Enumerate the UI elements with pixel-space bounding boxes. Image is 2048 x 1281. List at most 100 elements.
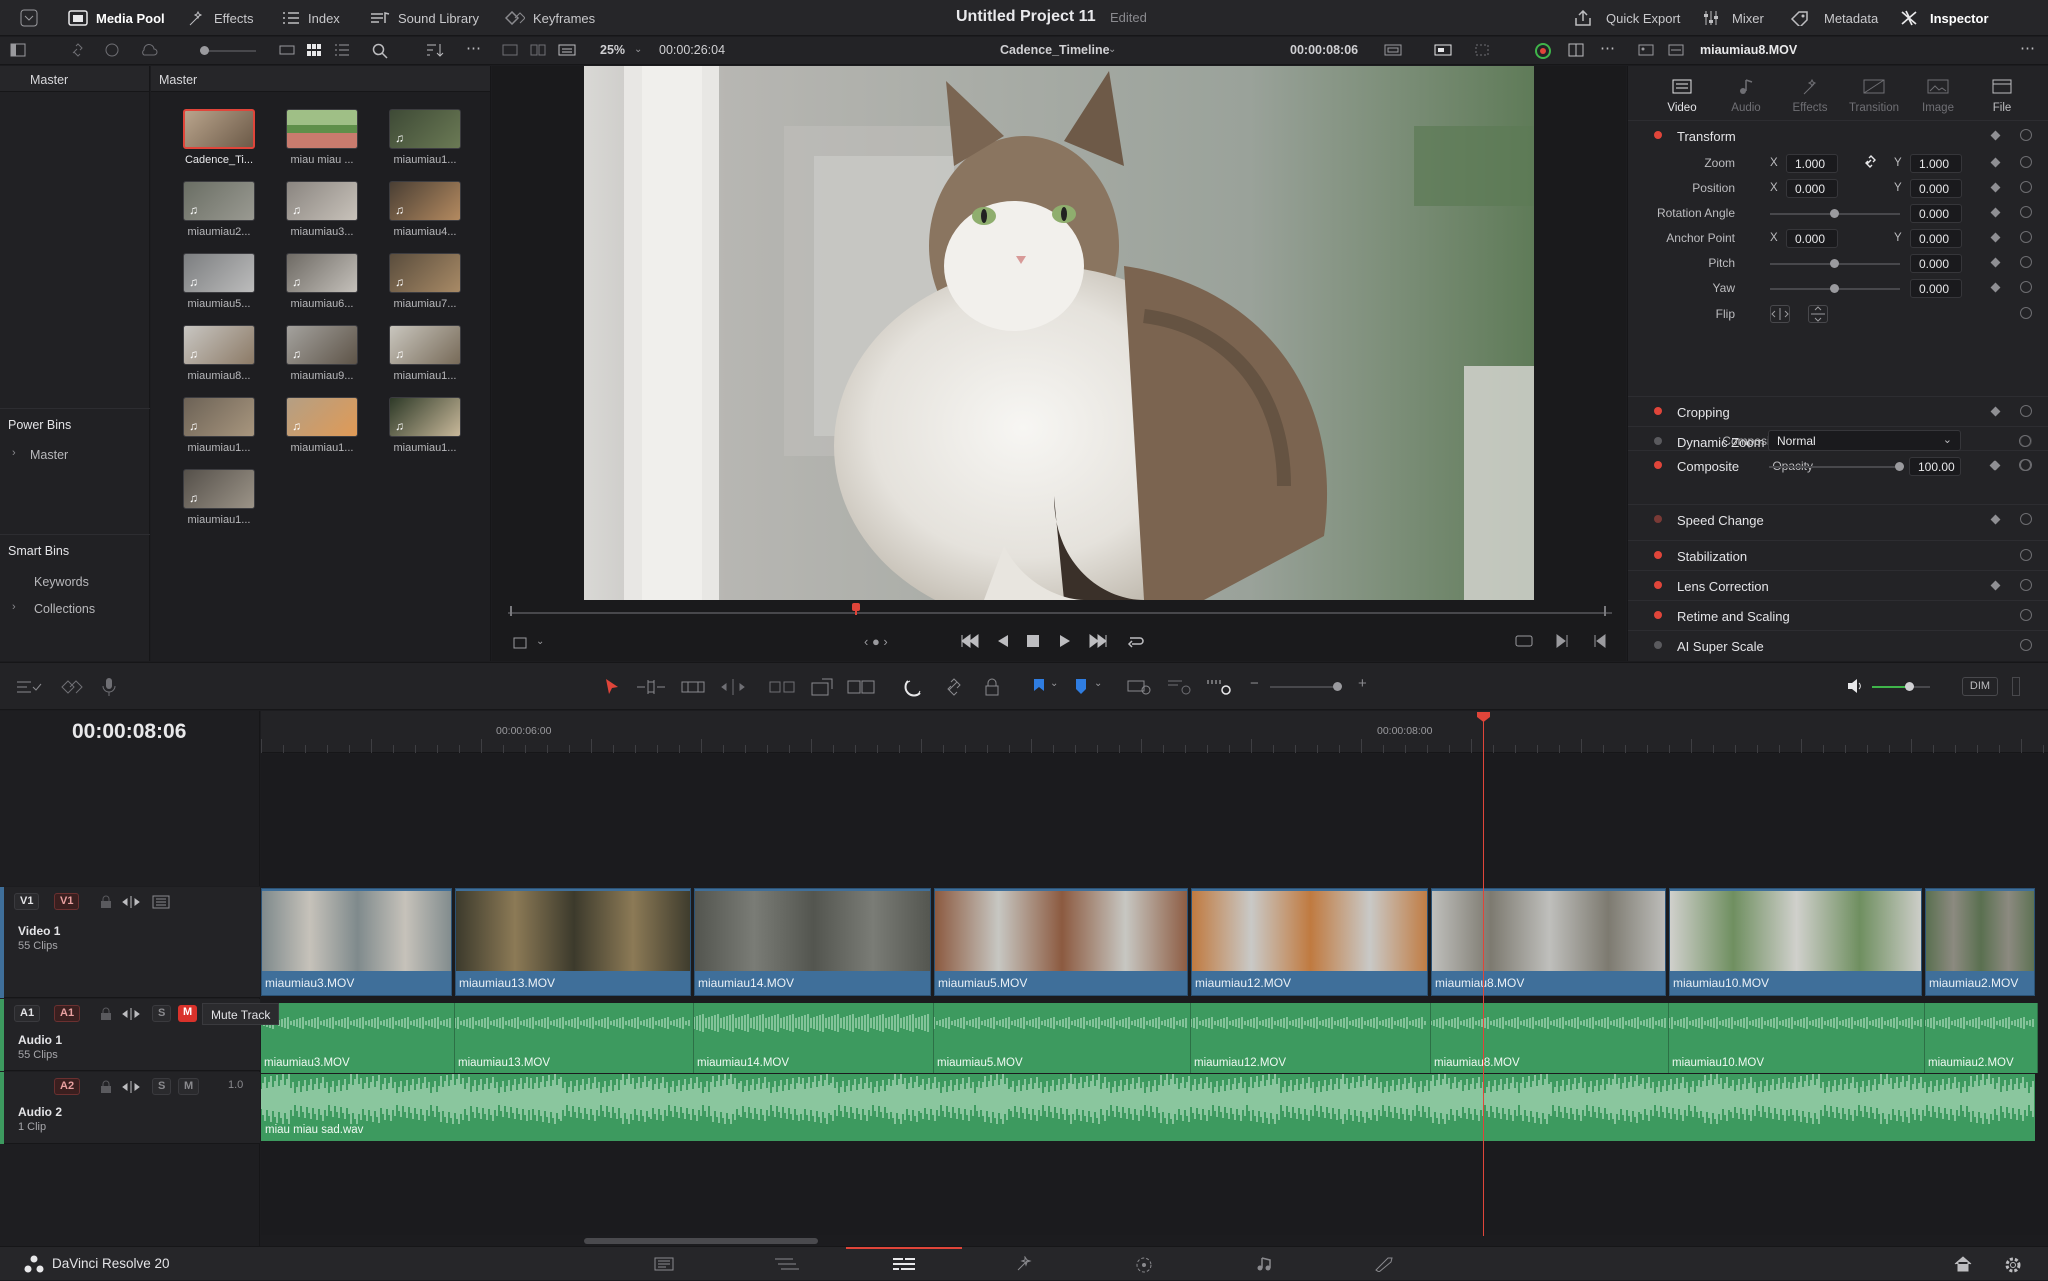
flip-vertical-icon[interactable]: [1808, 305, 1828, 323]
section-reset-icon[interactable]: [2020, 513, 2032, 525]
yaw-slider-knob[interactable]: [1830, 284, 1839, 293]
tab-transition[interactable]: Transition: [1844, 78, 1904, 114]
trim-tool-icon[interactable]: [636, 678, 666, 696]
replace-clip-icon[interactable]: [846, 677, 876, 697]
media-page-icon[interactable]: [654, 1256, 674, 1272]
keyframes-button[interactable]: Keyframes: [505, 0, 595, 36]
tab-effects[interactable]: Effects: [1780, 78, 1840, 114]
section-enable-toggle[interactable]: [1654, 581, 1662, 589]
a2-mute-button[interactable]: M: [178, 1078, 200, 1095]
timeline-zoom-knob[interactable]: [1333, 682, 1342, 691]
tab-file[interactable]: File: [1972, 78, 2032, 114]
a1-source-badge[interactable]: A1: [14, 1005, 41, 1022]
viewer-mode-icon[interactable]: [558, 43, 576, 57]
timeline-name[interactable]: Cadence_Timeline: [1000, 43, 1110, 57]
section-reset-icon[interactable]: [2020, 549, 2032, 561]
metadata-button[interactable]: Metadata: [1790, 0, 1878, 36]
mixer-button[interactable]: Mixer: [1702, 0, 1764, 36]
viewer-layout-icon[interactable]: [502, 43, 518, 57]
flag-chevron-icon[interactable]: ⌄: [1050, 678, 1058, 689]
cut-page-icon[interactable]: [774, 1256, 800, 1272]
zoom-x-field[interactable]: 1.000: [1786, 154, 1838, 173]
timeline-scrollbar[interactable]: [584, 1238, 818, 1244]
zoom-full-icon[interactable]: [1126, 677, 1154, 697]
section-enable-toggle[interactable]: [1654, 611, 1662, 619]
section-keyframe-icon[interactable]: [1990, 580, 2001, 591]
inspector-section-retime-and-scaling[interactable]: Retime and Scaling: [1628, 600, 2048, 630]
yaw-reset-icon[interactable]: [2020, 281, 2032, 293]
viewer-scrubber[interactable]: [508, 612, 1612, 614]
smart-bin-keywords[interactable]: Keywords: [34, 575, 89, 589]
section-reset-icon[interactable]: [2020, 639, 2032, 651]
jog-control-icon[interactable]: ‹ ● ›: [864, 634, 888, 649]
a1-lock-icon[interactable]: [100, 1007, 112, 1021]
workspace-menu-icon[interactable]: [20, 0, 38, 36]
audio-clip[interactable]: miaumiau10.MOV: [1669, 1003, 1925, 1073]
position-y-field[interactable]: 0.000: [1910, 179, 1962, 198]
position-lock-icon[interactable]: [984, 677, 1000, 697]
transform-section-header[interactable]: Transform: [1628, 120, 2048, 150]
snapping-icon[interactable]: [904, 677, 924, 697]
settings-gear-icon[interactable]: [2004, 1256, 2024, 1273]
a1-solo-button[interactable]: S: [152, 1005, 172, 1022]
a1-auto-select-icon[interactable]: [122, 1007, 140, 1021]
index-button[interactable]: Index: [282, 0, 340, 36]
keyframe-toggle-icon[interactable]: [60, 679, 84, 695]
pitch-slider-knob[interactable]: [1830, 259, 1839, 268]
transform-reset-icon[interactable]: [2020, 129, 2032, 141]
flag-icon[interactable]: [1032, 677, 1046, 697]
section-reset-icon[interactable]: [2020, 579, 2032, 591]
media-pool-clip[interactable]: ♫ miaumiau2...: [173, 181, 265, 238]
section-keyframe-icon[interactable]: [1990, 406, 2001, 417]
inspector-more-icon[interactable]: ⋯: [2020, 39, 2035, 57]
skip-to-end-icon[interactable]: [1088, 634, 1108, 648]
video-clip[interactable]: miaumiau5.MOV: [934, 888, 1188, 996]
edit-page-icon[interactable]: [892, 1256, 916, 1272]
media-pool-clip[interactable]: ♫ miaumiau1...: [173, 397, 265, 454]
zoom-y-field[interactable]: 1.000: [1910, 154, 1962, 173]
voiceover-mic-icon[interactable]: [100, 677, 120, 697]
position-keyframe-icon[interactable]: [1990, 182, 2001, 193]
search-icon[interactable]: [372, 43, 388, 59]
inspector-timeline-icon[interactable]: [1668, 43, 1684, 57]
timeline-ruler[interactable]: 00:00:06:00 00:00:08:00: [261, 711, 2048, 753]
media-pool-clip[interactable]: ♫ miaumiau3...: [276, 181, 368, 238]
inspector-section-speed-change[interactable]: Speed Change: [1628, 504, 2048, 534]
composite-mode-reset-icon[interactable]: [2019, 435, 2031, 447]
tab-video[interactable]: Video: [1652, 78, 1712, 114]
v1-source-badge[interactable]: V1: [14, 893, 40, 910]
anchor-reset-icon[interactable]: [2020, 231, 2032, 243]
media-pool-clip[interactable]: ♫ miaumiau8...: [173, 325, 265, 382]
zoom-link-icon[interactable]: [1864, 154, 1878, 168]
inspector-section-cropping[interactable]: Cropping: [1628, 396, 2048, 426]
volume-knob[interactable]: [1905, 682, 1914, 691]
inspector-section-ai-super-scale[interactable]: AI Super Scale: [1628, 630, 2048, 660]
media-pool-clip[interactable]: ♫ miaumiau7...: [379, 253, 471, 310]
rotation-reset-icon[interactable]: [2020, 206, 2032, 218]
pitch-reset-icon[interactable]: [2020, 256, 2032, 268]
yaw-field[interactable]: 0.000: [1910, 279, 1962, 298]
viewer-video-frame[interactable]: [584, 66, 1534, 600]
link-icon[interactable]: [70, 43, 86, 57]
smart-bin-collections[interactable]: Collections: [34, 602, 95, 616]
a1-mute-button[interactable]: M: [178, 1005, 198, 1022]
zoom-keyframe-icon[interactable]: [1990, 157, 2001, 168]
yaw-keyframe-icon[interactable]: [1990, 282, 2001, 293]
opacity-field[interactable]: 100.00: [1909, 457, 1961, 476]
sort-icon[interactable]: [426, 43, 444, 57]
zoom-out-icon[interactable]: −: [1250, 675, 1259, 692]
sound-library-button[interactable]: Sound Library: [370, 0, 479, 36]
crop-tool-icon[interactable]: [512, 636, 530, 650]
a2-gain-value[interactable]: 1.0: [228, 1079, 243, 1091]
inspector-button[interactable]: Inspector: [1900, 0, 1989, 36]
timeline-timecode[interactable]: 00:00:08:06: [72, 720, 186, 744]
zoom-custom-icon[interactable]: [1206, 677, 1234, 697]
loop-icon[interactable]: [1126, 633, 1146, 649]
audio-meter-toggle[interactable]: [2012, 677, 2020, 696]
viewer-playhead[interactable]: [852, 603, 860, 611]
media-pool-clip[interactable]: miau miau ...: [276, 109, 368, 166]
home-icon[interactable]: [1954, 1256, 1974, 1272]
speaker-icon[interactable]: [1847, 678, 1865, 694]
a1-track-name[interactable]: Audio 1: [18, 1033, 62, 1047]
v1-lock-icon[interactable]: [100, 895, 112, 909]
